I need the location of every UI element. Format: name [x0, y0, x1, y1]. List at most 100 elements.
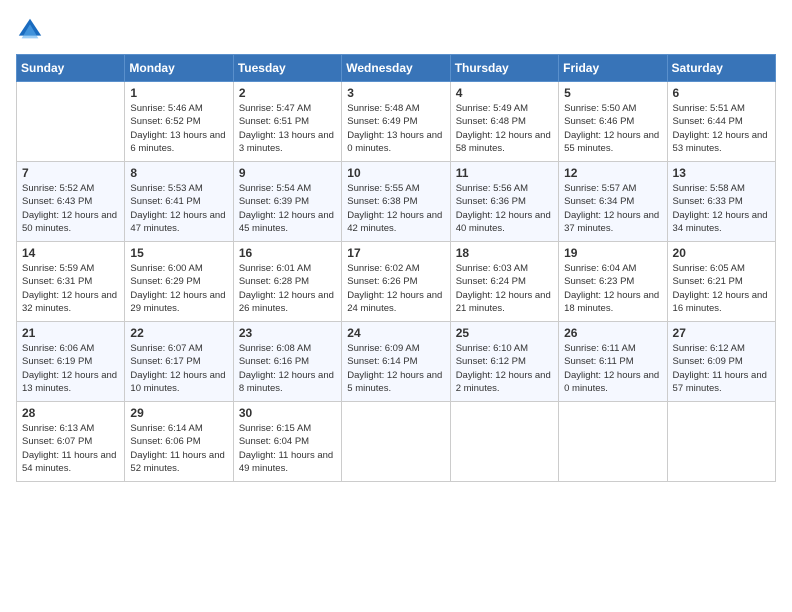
- day-number: 20: [673, 246, 770, 260]
- calendar-cell: 12 Sunrise: 5:57 AMSunset: 6:34 PMDayligh…: [559, 162, 667, 242]
- day-number: 21: [22, 326, 119, 340]
- calendar-cell: 24 Sunrise: 6:09 AMSunset: 6:14 PMDayligh…: [342, 322, 450, 402]
- day-info: Sunrise: 6:03 AMSunset: 6:24 PMDaylight:…: [456, 262, 553, 315]
- col-header-monday: Monday: [125, 55, 233, 82]
- day-info: Sunrise: 5:59 AMSunset: 6:31 PMDaylight:…: [22, 262, 119, 315]
- calendar-cell: [450, 402, 558, 482]
- calendar-table: SundayMondayTuesdayWednesdayThursdayFrid…: [16, 54, 776, 482]
- day-info: Sunrise: 6:01 AMSunset: 6:28 PMDaylight:…: [239, 262, 336, 315]
- day-number: 22: [130, 326, 227, 340]
- day-info: Sunrise: 5:54 AMSunset: 6:39 PMDaylight:…: [239, 182, 336, 235]
- day-number: 4: [456, 86, 553, 100]
- calendar-cell: 25 Sunrise: 6:10 AMSunset: 6:12 PMDayligh…: [450, 322, 558, 402]
- day-number: 30: [239, 406, 336, 420]
- calendar-cell: 20 Sunrise: 6:05 AMSunset: 6:21 PMDayligh…: [667, 242, 775, 322]
- calendar-cell: 21 Sunrise: 6:06 AMSunset: 6:19 PMDayligh…: [17, 322, 125, 402]
- day-info: Sunrise: 6:00 AMSunset: 6:29 PMDaylight:…: [130, 262, 227, 315]
- col-header-wednesday: Wednesday: [342, 55, 450, 82]
- page-header: [16, 16, 776, 44]
- day-number: 29: [130, 406, 227, 420]
- day-info: Sunrise: 6:15 AMSunset: 6:04 PMDaylight:…: [239, 422, 336, 475]
- day-number: 9: [239, 166, 336, 180]
- day-info: Sunrise: 5:51 AMSunset: 6:44 PMDaylight:…: [673, 102, 770, 155]
- day-number: 18: [456, 246, 553, 260]
- day-info: Sunrise: 6:10 AMSunset: 6:12 PMDaylight:…: [456, 342, 553, 395]
- day-info: Sunrise: 6:13 AMSunset: 6:07 PMDaylight:…: [22, 422, 119, 475]
- day-number: 25: [456, 326, 553, 340]
- calendar-cell: 14 Sunrise: 5:59 AMSunset: 6:31 PMDayligh…: [17, 242, 125, 322]
- calendar-cell: 13 Sunrise: 5:58 AMSunset: 6:33 PMDayligh…: [667, 162, 775, 242]
- calendar-cell: 3 Sunrise: 5:48 AMSunset: 6:49 PMDaylight…: [342, 82, 450, 162]
- day-number: 27: [673, 326, 770, 340]
- day-info: Sunrise: 6:02 AMSunset: 6:26 PMDaylight:…: [347, 262, 444, 315]
- day-info: Sunrise: 6:05 AMSunset: 6:21 PMDaylight:…: [673, 262, 770, 315]
- col-header-tuesday: Tuesday: [233, 55, 341, 82]
- calendar-cell: 30 Sunrise: 6:15 AMSunset: 6:04 PMDayligh…: [233, 402, 341, 482]
- calendar-cell: 15 Sunrise: 6:00 AMSunset: 6:29 PMDayligh…: [125, 242, 233, 322]
- day-info: Sunrise: 5:55 AMSunset: 6:38 PMDaylight:…: [347, 182, 444, 235]
- day-number: 16: [239, 246, 336, 260]
- day-number: 12: [564, 166, 661, 180]
- calendar-cell: 26 Sunrise: 6:11 AMSunset: 6:11 PMDayligh…: [559, 322, 667, 402]
- calendar-cell: 22Sunrise: 6:07 AMSunset: 6:17 PMDayligh…: [125, 322, 233, 402]
- calendar-cell: 16 Sunrise: 6:01 AMSunset: 6:28 PMDayligh…: [233, 242, 341, 322]
- day-info: Sunrise: 6:04 AMSunset: 6:23 PMDaylight:…: [564, 262, 661, 315]
- calendar-cell: 2 Sunrise: 5:47 AMSunset: 6:51 PMDaylight…: [233, 82, 341, 162]
- calendar-cell: [667, 402, 775, 482]
- day-number: 1: [130, 86, 227, 100]
- calendar-cell: [342, 402, 450, 482]
- day-info: Sunrise: 6:08 AMSunset: 6:16 PMDaylight:…: [239, 342, 336, 395]
- day-number: 7: [22, 166, 119, 180]
- calendar-cell: 10 Sunrise: 5:55 AMSunset: 6:38 PMDayligh…: [342, 162, 450, 242]
- calendar-cell: 8 Sunrise: 5:53 AMSunset: 6:41 PMDaylight…: [125, 162, 233, 242]
- day-number: 11: [456, 166, 553, 180]
- col-header-thursday: Thursday: [450, 55, 558, 82]
- day-number: 13: [673, 166, 770, 180]
- day-info: Sunrise: 5:56 AMSunset: 6:36 PMDaylight:…: [456, 182, 553, 235]
- calendar-cell: [17, 82, 125, 162]
- day-number: 3: [347, 86, 444, 100]
- day-number: 15: [130, 246, 227, 260]
- calendar-cell: 11 Sunrise: 5:56 AMSunset: 6:36 PMDayligh…: [450, 162, 558, 242]
- col-header-sunday: Sunday: [17, 55, 125, 82]
- day-number: 24: [347, 326, 444, 340]
- day-number: 6: [673, 86, 770, 100]
- day-info: Sunrise: 5:58 AMSunset: 6:33 PMDaylight:…: [673, 182, 770, 235]
- day-number: 8: [130, 166, 227, 180]
- calendar-cell: 5Sunrise: 5:50 AMSunset: 6:46 PMDaylight…: [559, 82, 667, 162]
- day-info: Sunrise: 5:49 AMSunset: 6:48 PMDaylight:…: [456, 102, 553, 155]
- day-number: 2: [239, 86, 336, 100]
- calendar-cell: [559, 402, 667, 482]
- day-info: Sunrise: 5:48 AMSunset: 6:49 PMDaylight:…: [347, 102, 444, 155]
- logo-icon: [16, 16, 44, 44]
- calendar-cell: 17Sunrise: 6:02 AMSunset: 6:26 PMDayligh…: [342, 242, 450, 322]
- day-number: 14: [22, 246, 119, 260]
- day-number: 23: [239, 326, 336, 340]
- day-info: Sunrise: 5:46 AMSunset: 6:52 PMDaylight:…: [130, 102, 227, 155]
- calendar-cell: 6 Sunrise: 5:51 AMSunset: 6:44 PMDaylight…: [667, 82, 775, 162]
- day-number: 19: [564, 246, 661, 260]
- calendar-cell: 29 Sunrise: 6:14 AMSunset: 6:06 PMDayligh…: [125, 402, 233, 482]
- calendar-cell: 4 Sunrise: 5:49 AMSunset: 6:48 PMDaylight…: [450, 82, 558, 162]
- day-info: Sunrise: 6:09 AMSunset: 6:14 PMDaylight:…: [347, 342, 444, 395]
- col-header-saturday: Saturday: [667, 55, 775, 82]
- day-info: Sunrise: 6:11 AMSunset: 6:11 PMDaylight:…: [564, 342, 661, 395]
- calendar-cell: 9 Sunrise: 5:54 AMSunset: 6:39 PMDaylight…: [233, 162, 341, 242]
- calendar-cell: 23 Sunrise: 6:08 AMSunset: 6:16 PMDayligh…: [233, 322, 341, 402]
- logo: [16, 16, 48, 44]
- calendar-cell: 18 Sunrise: 6:03 AMSunset: 6:24 PMDayligh…: [450, 242, 558, 322]
- calendar-cell: 27 Sunrise: 6:12 AMSunset: 6:09 PMDayligh…: [667, 322, 775, 402]
- day-info: Sunrise: 6:14 AMSunset: 6:06 PMDaylight:…: [130, 422, 227, 475]
- day-info: Sunrise: 5:57 AMSunset: 6:34 PMDaylight:…: [564, 182, 661, 235]
- day-number: 10: [347, 166, 444, 180]
- day-info: Sunrise: 5:53 AMSunset: 6:41 PMDaylight:…: [130, 182, 227, 235]
- day-number: 5: [564, 86, 661, 100]
- day-info: Sunrise: 5:52 AMSunset: 6:43 PMDaylight:…: [22, 182, 119, 235]
- day-info: Sunrise: 5:47 AMSunset: 6:51 PMDaylight:…: [239, 102, 336, 155]
- calendar-cell: 19 Sunrise: 6:04 AMSunset: 6:23 PMDayligh…: [559, 242, 667, 322]
- calendar-cell: 7 Sunrise: 5:52 AMSunset: 6:43 PMDaylight…: [17, 162, 125, 242]
- day-info: Sunrise: 6:06 AMSunset: 6:19 PMDaylight:…: [22, 342, 119, 395]
- day-number: 26: [564, 326, 661, 340]
- day-number: 28: [22, 406, 119, 420]
- day-info: Sunrise: 6:12 AMSunset: 6:09 PMDaylight:…: [673, 342, 770, 395]
